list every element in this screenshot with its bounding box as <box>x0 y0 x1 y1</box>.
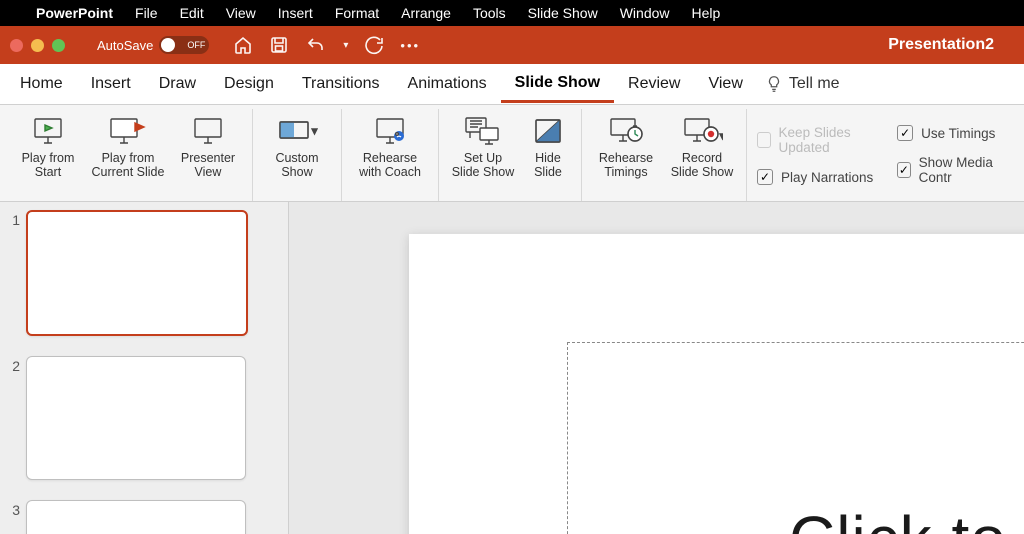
slide-thumbnail-1[interactable] <box>26 210 248 336</box>
presenter-view-button[interactable]: PresenterView <box>170 113 246 179</box>
show-media-controls-checkbox[interactable]: ✓Show Media Contr <box>897 155 1010 185</box>
title-placeholder-text[interactable]: Click to <box>789 502 1007 534</box>
mac-menu-appname[interactable]: PowerPoint <box>36 5 113 21</box>
autosave-label: AutoSave <box>97 38 153 53</box>
slide-thumbnail-3[interactable] <box>26 500 246 534</box>
slide-number: 1 <box>6 210 20 228</box>
play-from-current-label: Play fromCurrent Slide <box>92 151 165 179</box>
autosave-state: OFF <box>187 40 205 50</box>
mac-menu-view[interactable]: View <box>226 5 256 21</box>
rehearse-timings-button[interactable]: RehearseTimings <box>588 113 664 179</box>
ribbon-tabs: Home Insert Draw Design Transitions Anim… <box>0 64 1024 105</box>
tab-draw[interactable]: Draw <box>145 67 210 101</box>
set-up-label: Set UpSlide Show <box>452 151 515 179</box>
tell-me-label: Tell me <box>789 75 840 93</box>
svg-text:▾: ▾ <box>312 126 317 137</box>
record-slideshow-button[interactable]: ▾ RecordSlide Show <box>664 113 740 179</box>
show-media-label: Show Media Contr <box>919 155 1010 185</box>
custom-show-label: CustomShow <box>275 151 318 179</box>
play-from-current-button[interactable]: Play fromCurrent Slide <box>86 113 170 179</box>
window-close-icon[interactable] <box>10 39 23 52</box>
slide-canvas[interactable]: Click to <box>409 234 1024 534</box>
lightbulb-icon <box>765 75 783 93</box>
hide-slide-button[interactable]: HideSlide <box>521 113 575 179</box>
slide-number: 2 <box>6 356 20 374</box>
tab-design[interactable]: Design <box>210 67 288 101</box>
autosave-toggle[interactable]: AutoSave OFF <box>97 36 209 54</box>
document-title[interactable]: Presentation2 <box>888 36 994 54</box>
rehearse-coach-button[interactable]: Rehearsewith Coach <box>348 113 432 179</box>
play-narrations-checkbox[interactable]: ✓Play Narrations <box>757 169 883 185</box>
presenter-view-label: PresenterView <box>181 151 235 179</box>
undo-icon[interactable] <box>305 35 325 55</box>
more-icon[interactable]: ••• <box>400 38 420 53</box>
tab-insert[interactable]: Insert <box>77 67 145 101</box>
slide-canvas-area[interactable]: Click to <box>289 202 1024 534</box>
mac-menu-insert[interactable]: Insert <box>278 5 313 21</box>
set-up-slideshow-button[interactable]: Set UpSlide Show <box>445 113 521 179</box>
tab-slide-show[interactable]: Slide Show <box>501 66 614 103</box>
hide-slide-label: HideSlide <box>534 151 562 179</box>
window-minimize-icon[interactable] <box>31 39 44 52</box>
workspace: 1 2 3 Click to <box>0 202 1024 534</box>
svg-text:▾: ▾ <box>720 131 723 142</box>
window-maximize-icon[interactable] <box>52 39 65 52</box>
home-icon[interactable] <box>233 35 253 55</box>
mac-menu-slideshow[interactable]: Slide Show <box>528 5 598 21</box>
play-narrations-label: Play Narrations <box>781 170 873 185</box>
tab-home[interactable]: Home <box>6 67 77 101</box>
play-from-start-button[interactable]: Play fromStart <box>10 113 86 179</box>
ribbon-toolbar: Play fromStart Play fromCurrent Slide Pr… <box>0 105 1024 202</box>
mac-menu-help[interactable]: Help <box>692 5 721 21</box>
undo-dropdown-icon[interactable]: ▾ <box>343 40 348 51</box>
keep-updated-label: Keep Slides Updated <box>779 125 884 155</box>
play-from-start-label: Play fromStart <box>22 151 75 179</box>
rehearse-timings-label: RehearseTimings <box>599 151 653 179</box>
rehearse-coach-label: Rehearsewith Coach <box>359 151 421 179</box>
mac-menu-file[interactable]: File <box>135 5 158 21</box>
use-timings-checkbox[interactable]: ✓Use Timings <box>897 125 1010 141</box>
tab-review[interactable]: Review <box>614 67 694 101</box>
slide-thumbnail-panel[interactable]: 1 2 3 <box>0 202 289 534</box>
custom-show-button[interactable]: ▾ CustomShow <box>259 113 335 179</box>
tab-transitions[interactable]: Transitions <box>288 67 394 101</box>
mac-menu-tools[interactable]: Tools <box>473 5 506 21</box>
mac-menubar[interactable]: PowerPoint File Edit View Insert Format … <box>0 0 1024 26</box>
slide-number: 3 <box>6 500 20 518</box>
record-label: RecordSlide Show <box>671 151 734 179</box>
mac-menu-arrange[interactable]: Arrange <box>401 5 451 21</box>
mac-menu-edit[interactable]: Edit <box>180 5 204 21</box>
mac-menu-format[interactable]: Format <box>335 5 379 21</box>
tab-view[interactable]: View <box>694 67 756 101</box>
tab-animations[interactable]: Animations <box>394 67 501 101</box>
keep-slides-updated-checkbox: Keep Slides Updated <box>757 125 883 155</box>
slide-thumbnail-2[interactable] <box>26 356 246 480</box>
use-timings-label: Use Timings <box>921 126 995 141</box>
app-titlebar: AutoSave OFF ▾ ••• Presentation2 <box>0 26 1024 64</box>
redo-icon[interactable] <box>364 35 384 55</box>
tell-me-search[interactable]: Tell me <box>765 75 840 93</box>
save-icon[interactable] <box>269 35 289 55</box>
mac-menu-window[interactable]: Window <box>620 5 670 21</box>
